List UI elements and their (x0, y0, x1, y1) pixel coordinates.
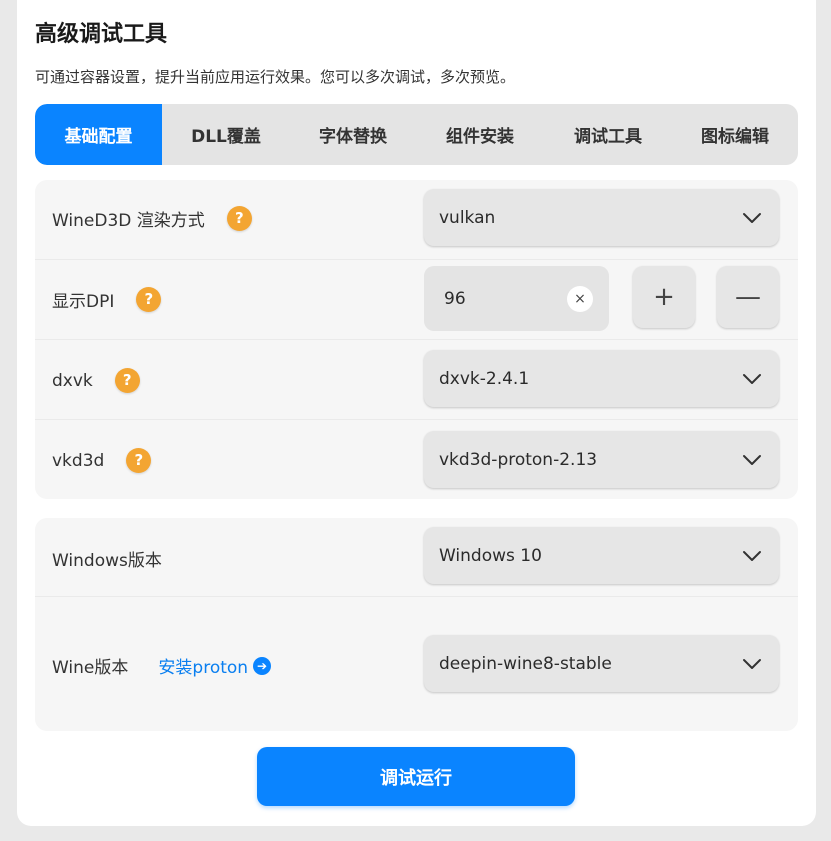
tab-basic-config[interactable]: 基础配置 (35, 104, 162, 165)
decrement-button[interactable]: — (717, 266, 779, 328)
arrow-right-circle-icon: ➔ (253, 656, 272, 675)
wined3d-value: vulkan (439, 207, 496, 228)
vkd3d-row: vkd3d ? vkd3d-proton-2.13 (35, 420, 798, 499)
page-title: 高级调试工具 (35, 22, 168, 47)
dxvk-label: dxvk (52, 370, 93, 391)
dpi-label: 显示DPI (52, 292, 115, 312)
question-circle-icon[interactable]: ? (126, 448, 152, 473)
tab-bar: 基础配置 DLL覆盖 字体替换 组件安装 调试工具 图标编辑 (35, 104, 798, 165)
basic-config-card: WineD3D 渲染方式 ? vulkan 显示DPI ? 96 × + — d… (35, 180, 798, 499)
install-proton-link[interactable]: 安装proton ➔ (158, 653, 272, 678)
wine-version-select[interactable]: deepin-wine8-stable (424, 635, 779, 692)
windows-version-label: Windows版本 (52, 551, 162, 571)
vkd3d-value: vkd3d-proton-2.13 (439, 449, 598, 470)
windows-version-value: Windows 10 (439, 545, 542, 566)
tab-dll-override[interactable]: DLL覆盖 (162, 104, 290, 165)
dxvk-select[interactable]: dxvk-2.4.1 (424, 350, 779, 407)
chevron-down-icon (743, 373, 761, 384)
chevron-down-icon (743, 454, 761, 465)
vkd3d-label: vkd3d (52, 450, 105, 471)
debug-run-button[interactable]: 调试运行 (257, 747, 575, 806)
question-circle-icon[interactable]: ? (114, 368, 140, 393)
app-window: 高级调试工具 可通过容器设置，提升当前应用运行效果。您可以多次调试，多次预览。 … (0, 0, 831, 841)
dpi-input[interactable]: 96 × (424, 266, 609, 331)
dxvk-value: dxvk-2.4.1 (439, 368, 530, 389)
clear-icon[interactable]: × (567, 285, 593, 312)
wined3d-select[interactable]: vulkan (424, 189, 779, 246)
tab-component-install[interactable]: 组件安装 (416, 104, 544, 165)
wined3d-row: WineD3D 渲染方式 ? vulkan (35, 180, 798, 260)
dpi-value: 96 (444, 288, 466, 309)
page-description: 可通过容器设置，提升当前应用运行效果。您可以多次调试，多次预览。 (35, 68, 516, 86)
vkd3d-select[interactable]: vkd3d-proton-2.13 (424, 431, 779, 488)
install-proton-label: 安装proton (158, 658, 249, 678)
dpi-row: 显示DPI ? 96 × + — (35, 260, 798, 340)
wine-version-label: Wine版本 (52, 658, 129, 678)
version-card: Windows版本 Windows 10 Wine版本 安装proton ➔ d… (35, 518, 798, 731)
tab-debug-tools[interactable]: 调试工具 (544, 104, 672, 165)
chevron-down-icon (743, 212, 761, 223)
question-circle-icon[interactable]: ? (226, 206, 252, 231)
windows-version-select[interactable]: Windows 10 (424, 527, 779, 584)
wined3d-label: WineD3D 渲染方式 (52, 211, 205, 231)
tab-font-replace[interactable]: 字体替换 (290, 104, 416, 165)
increment-button[interactable]: + (633, 266, 695, 328)
wine-version-value: deepin-wine8-stable (439, 653, 612, 674)
chevron-down-icon (743, 658, 761, 669)
tab-icon-edit[interactable]: 图标编辑 (672, 104, 798, 165)
windows-version-row: Windows版本 Windows 10 (35, 518, 798, 597)
wine-version-row: Wine版本 安装proton ➔ deepin-wine8-stable (35, 597, 798, 731)
chevron-down-icon (743, 550, 761, 561)
question-circle-icon[interactable]: ? (136, 287, 162, 312)
dxvk-row: dxvk ? dxvk-2.4.1 (35, 340, 798, 420)
